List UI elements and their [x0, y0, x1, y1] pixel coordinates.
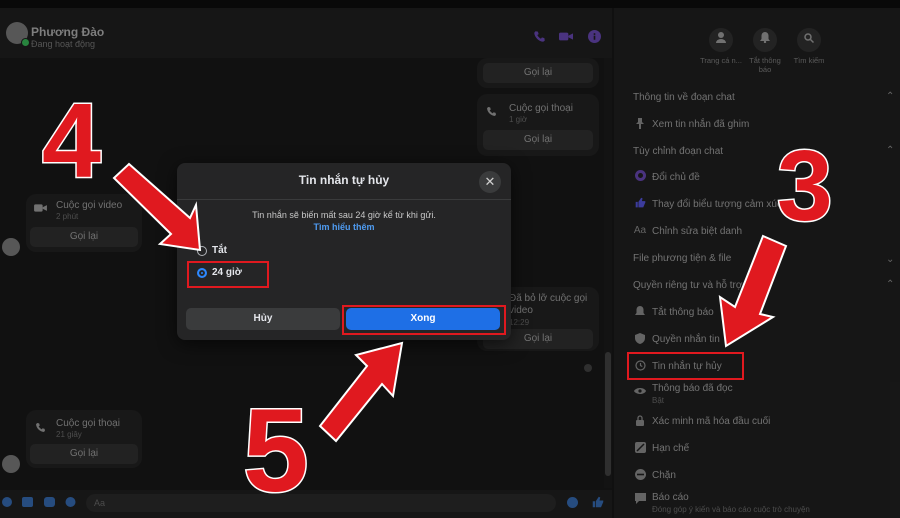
annotation-step-4: 4 — [41, 82, 103, 200]
annotation-arrows — [112, 162, 788, 443]
annotation-step-5: 5 — [242, 385, 311, 517]
arrow-step-5 — [318, 341, 404, 443]
annotation-step-3: 3 — [776, 130, 835, 242]
arrow-step-4 — [112, 162, 202, 252]
arrow-step-3 — [718, 234, 788, 348]
